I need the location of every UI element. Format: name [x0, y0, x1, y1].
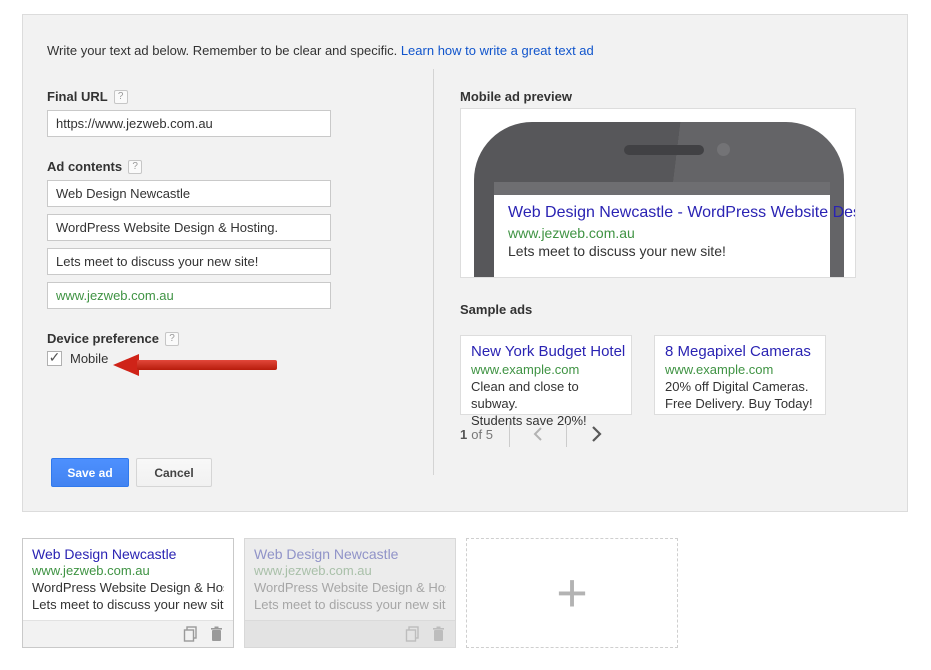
final-url-input[interactable]: [47, 110, 331, 137]
plus-icon: +: [556, 566, 588, 620]
trash-icon[interactable]: [432, 626, 445, 642]
mobile-preference-row: ✓ Mobile: [47, 351, 108, 366]
mobile-checkbox[interactable]: ✓: [47, 351, 62, 366]
add-ad-card-button[interactable]: +: [466, 538, 678, 648]
phone-speaker: [624, 145, 704, 155]
trash-icon[interactable]: [210, 626, 223, 642]
sample-ad-card: New York Budget Hotel www.example.com Cl…: [460, 335, 632, 415]
ad-card-url: www.jezweb.com.au: [32, 563, 224, 578]
description-line2-input[interactable]: [47, 248, 331, 275]
pager-divider: [509, 421, 510, 447]
ad-card-line2: Lets meet to discuss your new site!: [254, 596, 446, 613]
chevron-right-icon: [587, 424, 605, 444]
ad-card-line2: Lets meet to discuss your new site!: [32, 596, 224, 613]
sample-ad-url: www.example.com: [665, 362, 815, 377]
learn-more-link[interactable]: Learn how to write a great text ad: [401, 43, 594, 58]
sample-ad-url: www.example.com: [471, 362, 621, 377]
red-arrow-annotation: [113, 354, 279, 376]
intro-text: Write your text ad below. Remember to be…: [47, 43, 594, 58]
sample-ad-card: 8 Megapixel Cameras www.example.com 20% …: [654, 335, 826, 415]
ad-card-body: Web Design Newcastle www.jezweb.com.au W…: [245, 539, 455, 620]
phone-camera: [717, 143, 730, 156]
ad-contents-label: Ad contents ?: [47, 159, 142, 174]
pager-divider: [566, 421, 567, 447]
sample-ad-line2: Free Delivery. Buy Today!: [665, 395, 815, 412]
help-icon[interactable]: ?: [165, 332, 179, 346]
ad-card-line1: WordPress Website Design & Hosting.: [254, 579, 446, 596]
sample-ads-title: Sample ads: [460, 302, 532, 317]
final-url-label: Final URL ?: [47, 89, 128, 104]
device-preference-label-text: Device preference: [47, 331, 159, 346]
display-url-input[interactable]: [47, 282, 331, 309]
preview-ad-headline: Web Design Newcastle - WordPress Website…: [508, 204, 830, 222]
ad-card-headline: Web Design Newcastle: [254, 546, 446, 562]
ad-card-body: Web Design Newcastle www.jezweb.com.au W…: [23, 539, 233, 620]
ad-card-inactive[interactable]: Web Design Newcastle www.jezweb.com.au W…: [244, 538, 456, 648]
phone-screen: Web Design Newcastle - WordPress Website…: [494, 195, 830, 278]
column-divider: [433, 69, 434, 475]
ad-card-toolbar: [245, 620, 455, 647]
sample-ads-pagination: 1 of 5: [460, 419, 609, 449]
arrow-tail: [137, 360, 277, 370]
ad-card-url: www.jezweb.com.au: [254, 563, 446, 578]
device-preference-label: Device preference ?: [47, 331, 179, 346]
mobile-checkbox-label: Mobile: [70, 351, 108, 366]
cancel-button[interactable]: Cancel: [136, 458, 212, 487]
chevron-left-icon: [530, 425, 546, 443]
phone-statusbar: [494, 182, 830, 195]
sample-ad-line1: Clean and close to subway.: [471, 378, 621, 412]
save-ad-button[interactable]: Save ad: [51, 458, 129, 487]
preview-ad-url: www.jezweb.com.au: [508, 225, 830, 241]
page-current: 1: [460, 427, 467, 442]
page-of-label: of 5: [471, 427, 493, 442]
ad-card-toolbar: [23, 620, 233, 647]
prev-page-button[interactable]: [526, 425, 550, 443]
mobile-preview-title: Mobile ad preview: [460, 89, 572, 104]
help-icon[interactable]: ?: [128, 160, 142, 174]
preview-ad-description: Lets meet to discuss your new site!: [508, 243, 830, 259]
help-icon[interactable]: ?: [114, 90, 128, 104]
final-url-label-text: Final URL: [47, 89, 108, 104]
ad-card-line1: WordPress Website Design & Hosting.: [32, 579, 224, 596]
sample-ad-headline: New York Budget Hotel: [471, 343, 621, 360]
sample-ad-headline: 8 Megapixel Cameras: [665, 343, 815, 360]
ad-contents-label-text: Ad contents: [47, 159, 122, 174]
phone-mockup: Web Design Newcastle - WordPress Website…: [474, 122, 844, 278]
ad-card-headline: Web Design Newcastle: [32, 546, 224, 562]
sample-ad-line1: 20% off Digital Cameras.: [665, 378, 815, 395]
mobile-preview-box: Web Design Newcastle - WordPress Website…: [460, 108, 856, 278]
ad-card-active[interactable]: Web Design Newcastle www.jezweb.com.au W…: [22, 538, 234, 648]
next-page-button[interactable]: [583, 424, 609, 444]
headline-input[interactable]: [47, 180, 331, 207]
copy-icon[interactable]: [405, 626, 420, 643]
arrow-head: [113, 354, 139, 376]
copy-icon[interactable]: [183, 626, 198, 643]
intro-instruction: Write your text ad below. Remember to be…: [47, 43, 397, 58]
ad-editor-panel: Write your text ad below. Remember to be…: [22, 14, 908, 512]
description-line1-input[interactable]: [47, 214, 331, 241]
